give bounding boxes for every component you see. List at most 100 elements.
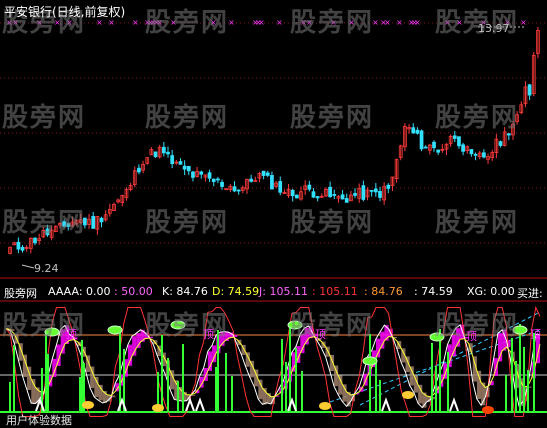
- candle-down: [216, 178, 220, 181]
- top-signal-label: 顶: [466, 330, 477, 343]
- candle-down: [249, 178, 253, 182]
- kd-band-up: [376, 338, 381, 358]
- candle-down: [137, 167, 141, 173]
- candle-down: [232, 186, 237, 192]
- candle-down: [311, 191, 316, 198]
- signal-marker: ×: [276, 18, 283, 27]
- candle-down: [452, 135, 457, 139]
- candle-down: [411, 127, 416, 134]
- candle-down: [340, 194, 345, 200]
- candle-down: [261, 170, 266, 176]
- signal-marker: ×: [330, 18, 337, 27]
- candle-down: [33, 237, 37, 244]
- candle-down: [506, 133, 511, 136]
- top-signal-label: 顶: [315, 328, 326, 341]
- candle-down: [290, 189, 295, 197]
- candle-down: [419, 130, 424, 150]
- signal-marker: ×: [396, 18, 403, 27]
- candle-down: [83, 217, 87, 226]
- signal-marker: ×: [444, 18, 451, 27]
- signal-marker: ×: [210, 18, 217, 27]
- top-signal-marker: [429, 332, 445, 342]
- candle-down: [328, 186, 332, 198]
- candle-down: [527, 84, 532, 96]
- d-value: D: 74.59: [212, 285, 260, 298]
- candle-down: [386, 184, 391, 189]
- top-signal-marker: [287, 320, 303, 330]
- top-signal-label: 顶: [66, 328, 77, 341]
- kd-band-down: [258, 379, 263, 400]
- signal-marker: ×: [348, 18, 355, 27]
- candle-down: [307, 184, 312, 190]
- candle-down: [62, 221, 66, 227]
- candle-down: [361, 185, 366, 200]
- top-signal-marker: [362, 356, 378, 366]
- j-value: J: 105.11: [259, 285, 308, 298]
- candle-down: [45, 228, 50, 236]
- candle-down: [432, 141, 436, 149]
- k-value: K: 84.76: [162, 285, 208, 298]
- candle-down: [16, 241, 21, 250]
- candle-down: [461, 144, 465, 152]
- kd-band-down: [90, 366, 95, 389]
- bottom-signal-marker: [482, 406, 494, 414]
- xg-value: XG: 0.00: [467, 285, 515, 298]
- candle-down: [315, 196, 320, 199]
- signal-marker: ×: [456, 18, 463, 27]
- candle-down: [220, 181, 224, 187]
- candle-down: [191, 171, 195, 178]
- kd-band-down: [409, 366, 414, 386]
- candle-down: [415, 129, 420, 134]
- extra-value-2: : 84.76: [364, 285, 403, 298]
- aaaa-value: AAAA: 0.00: [48, 285, 111, 298]
- bottom-caret-marker: [449, 397, 459, 412]
- kd-band-up: [207, 351, 213, 371]
- bottom-watermark-text: 用户体验数据: [6, 414, 72, 427]
- signal-marker: ×: [170, 18, 177, 27]
- candle-down: [199, 171, 204, 175]
- candle-down: [373, 188, 378, 193]
- bottom-signal-marker: [82, 401, 94, 409]
- candle-down: [482, 152, 486, 158]
- kd-band-down: [342, 384, 347, 402]
- signal-marker: ×: [228, 18, 235, 27]
- candle-down: [162, 146, 166, 154]
- top-signal-marker: [44, 327, 60, 337]
- chart-title: 平安银行(日线,前复权): [4, 5, 126, 19]
- candle-down: [66, 223, 71, 227]
- chart-window: × × × × × × × × × × × × × × × × × × × × × × × × × × × × × × × × × × × × 股旁网…: [0, 0, 547, 428]
- candle-down: [369, 189, 374, 192]
- indicator-name: 股旁网: [4, 287, 37, 300]
- extra-value-1: : 105.11: [312, 285, 358, 298]
- signal-marker: ×: [258, 18, 265, 27]
- bottom-signal-marker: [152, 404, 164, 412]
- kd-band-up: [127, 344, 133, 366]
- kd-band-up: [300, 333, 305, 354]
- signal-marker: ×: [372, 18, 379, 27]
- signal-marker: ×: [520, 18, 527, 27]
- candle-down: [457, 136, 461, 147]
- kd-band-down: [338, 375, 343, 395]
- candle-down: [178, 161, 183, 165]
- indicator-header: 股旁网 AAAA: 0.00 : 50.00 K: 84.76 D: 74.59…: [0, 284, 547, 300]
- extra-value-3: : 74.59: [414, 285, 453, 298]
- signal-marker: ×: [384, 18, 391, 27]
- chart-canvas[interactable]: × × × × × × × × ××××× × × × ××× × × × × × × ×× × ××× × × × × ×: [0, 0, 547, 428]
- candle-up: [253, 180, 258, 182]
- candle-down: [182, 165, 187, 170]
- kd-band-up: [451, 335, 456, 357]
- candle-down: [207, 172, 212, 179]
- candle-down: [436, 149, 441, 153]
- signal-marker: ×: [414, 18, 421, 27]
- bottom-caret-marker: [185, 397, 195, 412]
- candle-down: [236, 189, 241, 192]
- candle-down: [278, 181, 283, 193]
- bottom-caret-marker: [195, 397, 205, 412]
- signal-marker: ×: [306, 18, 313, 27]
- candle-down: [186, 165, 191, 172]
- price-high-label: 13.97: [478, 22, 510, 35]
- candle-down: [344, 198, 349, 203]
- candle-down: [270, 175, 274, 190]
- candle-down: [295, 194, 299, 199]
- candle-down: [353, 193, 357, 196]
